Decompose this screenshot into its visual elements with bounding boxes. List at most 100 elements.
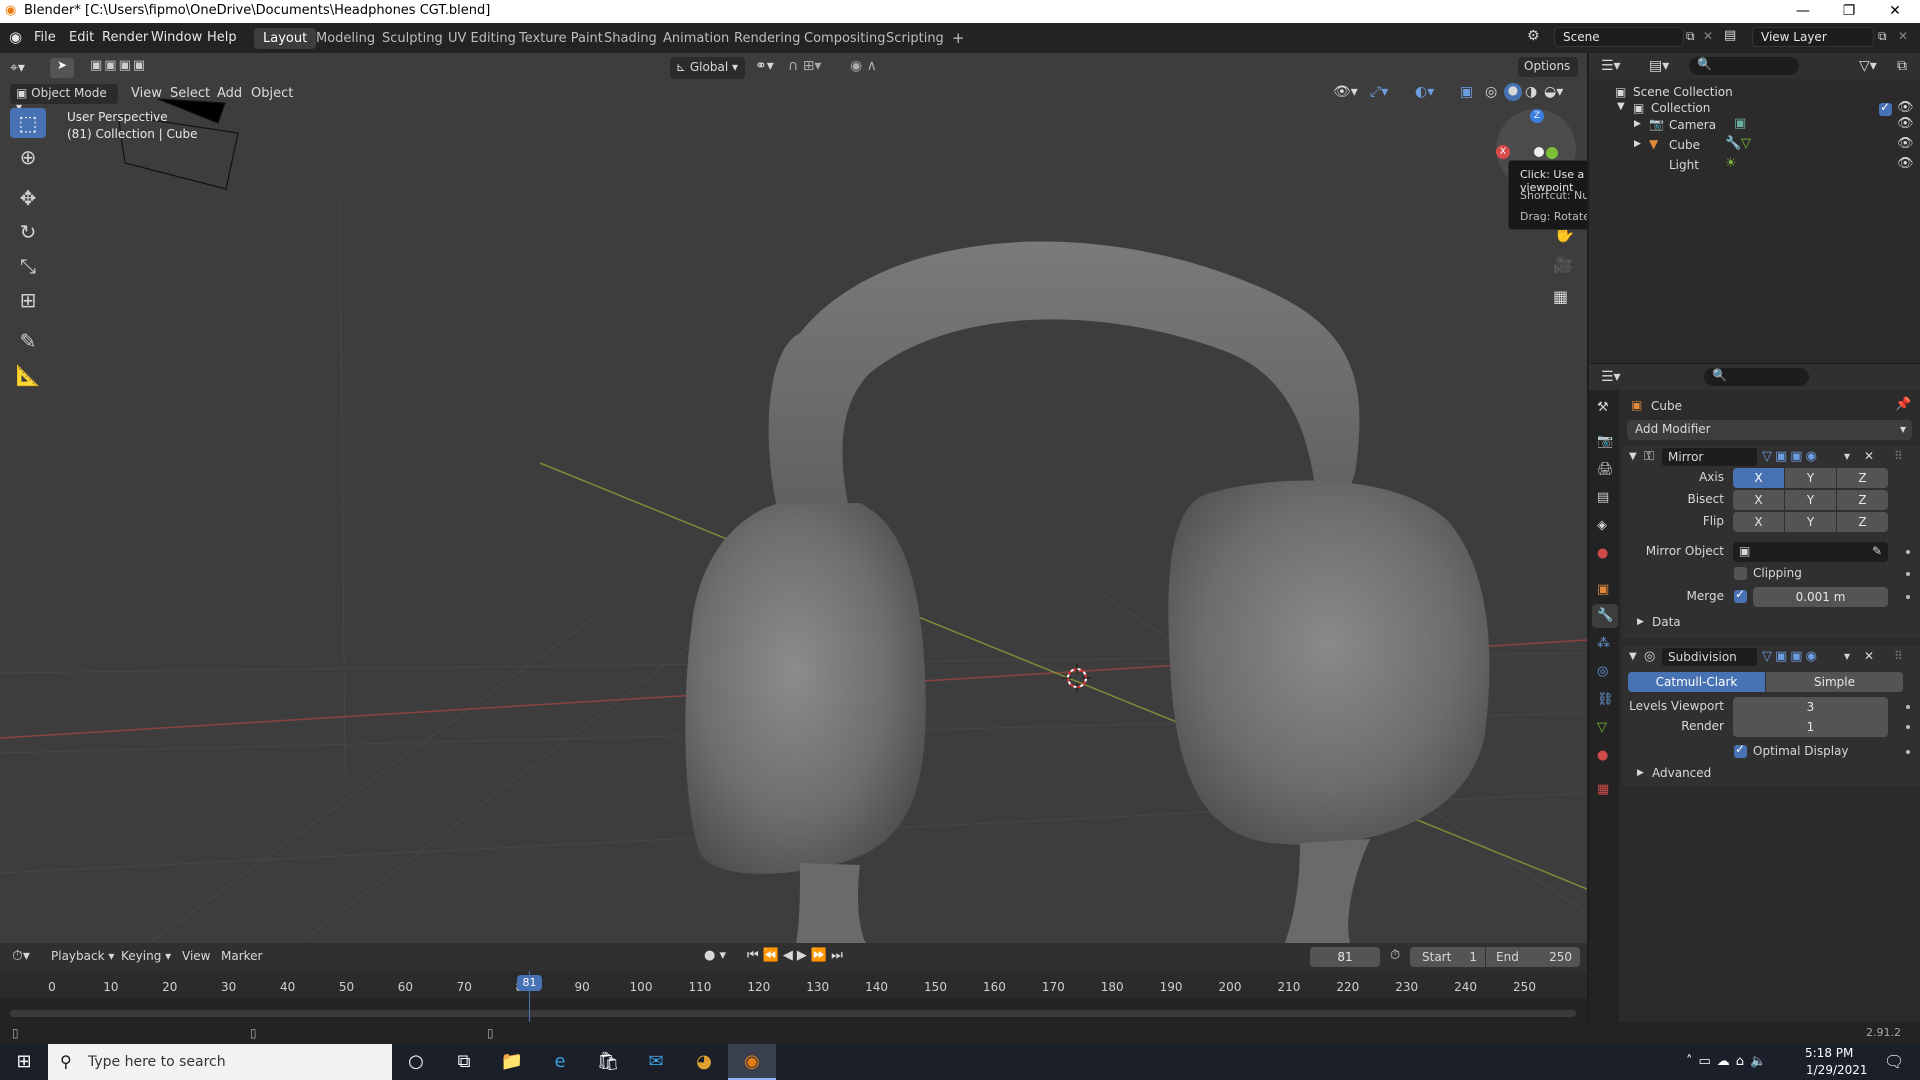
- add-modifier-dropdown[interactable]: Add Modifier ▾: [1627, 420, 1912, 440]
- collection-expand-icon[interactable]: ▼: [1617, 101, 1625, 112]
- gizmo-x-axis[interactable]: X: [1496, 145, 1510, 159]
- outliner-item-camera[interactable]: Camera: [1669, 118, 1716, 132]
- view-layer-tab-icon[interactable]: ▤: [1597, 490, 1609, 505]
- menu-edit[interactable]: Edit: [69, 30, 94, 45]
- bisect-y-toggle[interactable]: Y: [1785, 490, 1836, 510]
- timeline-editor-icon[interactable]: ⏱▾: [12, 948, 30, 964]
- collection-visibility-eye-icon[interactable]: 👁: [1897, 100, 1914, 115]
- select-box-tool-icon[interactable]: ⬚: [10, 108, 46, 138]
- pivot-point-icon[interactable]: ⚭▾: [755, 58, 774, 74]
- view-layer-icon[interactable]: ▤: [1724, 28, 1736, 43]
- object-mode-dropdown[interactable]: ▣ Object Mode ▾: [10, 84, 118, 114]
- current-frame-field[interactable]: 81: [1310, 947, 1380, 967]
- edge-browser-icon[interactable]: e: [536, 1044, 584, 1080]
- viewport-menu-object[interactable]: Object: [251, 86, 293, 101]
- maximize-button[interactable]: ❐: [1826, 0, 1872, 23]
- cube-expand-icon[interactable]: ▶: [1634, 139, 1641, 149]
- axis-x-toggle[interactable]: X: [1733, 468, 1784, 488]
- physics-tab-icon[interactable]: ◎: [1597, 664, 1608, 679]
- gizmo-z-axis[interactable]: Z: [1530, 109, 1544, 123]
- constraints-tab-icon[interactable]: ⛓: [1597, 692, 1614, 707]
- camera-view-icon[interactable]: 🎥: [1553, 255, 1573, 274]
- cube-visibility-eye-icon[interactable]: 👁: [1897, 136, 1914, 151]
- axis-y-toggle[interactable]: Y: [1785, 468, 1836, 488]
- material-tab-icon[interactable]: ●: [1597, 748, 1608, 763]
- store-icon[interactable]: 🛍: [584, 1044, 632, 1080]
- render-levels-field[interactable]: 1: [1733, 717, 1888, 737]
- outliner-item-light[interactable]: Light: [1669, 158, 1699, 172]
- bisect-x-toggle[interactable]: X: [1733, 490, 1784, 510]
- texture-tab-icon[interactable]: ▦: [1597, 782, 1609, 797]
- camera-visibility-eye-icon[interactable]: 👁: [1897, 116, 1914, 131]
- tab-scripting[interactable]: Scripting: [877, 28, 953, 49]
- cube-mesh-icon[interactable]: ▽: [1741, 136, 1751, 151]
- scale-tool-icon[interactable]: ⤡: [10, 251, 46, 281]
- record-keyframe-icon[interactable]: ● ▾: [704, 948, 726, 963]
- viewport-menu-view[interactable]: View: [131, 86, 162, 101]
- properties-editor-icon[interactable]: ☰▾: [1601, 369, 1621, 385]
- bisect-z-toggle[interactable]: Z: [1837, 490, 1888, 510]
- timeline-menu-playback[interactable]: Playback ▾: [51, 949, 114, 963]
- mirror-name-field[interactable]: Mirror: [1662, 448, 1757, 466]
- levels-viewport-field[interactable]: 3: [1733, 697, 1888, 717]
- delete-scene-icon[interactable]: ✕: [1703, 29, 1713, 43]
- data-subpanel-label[interactable]: Data: [1652, 615, 1681, 629]
- new-collection-icon[interactable]: ⧉: [1897, 58, 1907, 74]
- start-frame-field[interactable]: Start 1: [1410, 947, 1485, 967]
- camera-data-icon[interactable]: ▣: [1734, 116, 1746, 131]
- mirror-drag-handle-icon[interactable]: ⠿: [1894, 449, 1903, 463]
- measure-tool-icon[interactable]: 📐: [10, 360, 46, 390]
- scene-tab-icon[interactable]: ◈: [1597, 518, 1607, 533]
- cube-modifier-icon[interactable]: 🔧: [1725, 136, 1741, 151]
- axis-z-toggle[interactable]: Z: [1837, 468, 1888, 488]
- catmull-clark-toggle[interactable]: Catmull-Clark: [1628, 672, 1765, 692]
- merge-keyframe-dot[interactable]: [1906, 595, 1910, 599]
- flip-x-toggle[interactable]: X: [1733, 512, 1784, 532]
- viewport-menu-select[interactable]: Select: [170, 86, 210, 101]
- merge-distance-field[interactable]: 0.001 m: [1753, 587, 1888, 607]
- viewport-menu-add[interactable]: Add: [217, 86, 242, 101]
- gizmo-y-axis[interactable]: [1546, 147, 1558, 159]
- use-preview-range-icon[interactable]: ⏱: [1390, 948, 1400, 963]
- annotate-tool-icon[interactable]: ✎: [10, 326, 46, 356]
- taskbar-clock-date[interactable]: 1/29/2021: [1806, 1063, 1868, 1077]
- view-layer-field[interactable]: View Layer: [1752, 27, 1874, 47]
- shading-solid-icon[interactable]: ●: [1504, 83, 1522, 101]
- optimal-display-checkbox[interactable]: [1734, 742, 1747, 758]
- light-visibility-eye-icon[interactable]: 👁: [1897, 156, 1914, 171]
- blender-taskbar-icon[interactable]: ◉: [728, 1044, 776, 1080]
- end-frame-field[interactable]: End 250: [1486, 947, 1580, 967]
- subdivision-dropdown-icon[interactable]: ▾: [1844, 649, 1850, 663]
- filter-icon[interactable]: ▽▾: [1859, 58, 1877, 74]
- output-tab-icon[interactable]: 🖨: [1597, 462, 1614, 477]
- overlays-toggle-icon[interactable]: ◐▾: [1415, 84, 1434, 100]
- subdivision-name-field[interactable]: Subdivision: [1662, 648, 1757, 666]
- data-tab-icon[interactable]: ▽: [1597, 720, 1607, 735]
- add-workspace-button[interactable]: +: [943, 28, 974, 49]
- clipping-keyframe-dot[interactable]: [1906, 572, 1910, 576]
- proportional-editing-icon[interactable]: ◉ ∧: [850, 58, 877, 74]
- tool-tab-icon[interactable]: ⚒: [1597, 400, 1609, 415]
- scene-collection-label[interactable]: Scene Collection: [1633, 85, 1733, 99]
- mail-icon[interactable]: ✉: [632, 1044, 680, 1080]
- pin-icon[interactable]: 📌: [1895, 397, 1911, 412]
- flip-y-toggle[interactable]: Y: [1785, 512, 1836, 532]
- mirror-dropdown-icon[interactable]: ▾: [1844, 449, 1850, 463]
- timeline-menu-marker[interactable]: Marker: [221, 949, 262, 963]
- mirror-remove-icon[interactable]: ✕: [1864, 449, 1874, 463]
- visibility-eye-icon[interactable]: 👁▾: [1333, 84, 1358, 100]
- outliner-item-cube[interactable]: Cube: [1669, 138, 1700, 152]
- playback-controls-icon[interactable]: ⏮⏪◀▶⏩⏭: [747, 948, 847, 963]
- advanced-subpanel-label[interactable]: Advanced: [1652, 766, 1711, 780]
- task-view-icon[interactable]: ⧉: [440, 1044, 488, 1080]
- options-dropdown[interactable]: Options: [1518, 57, 1578, 77]
- simple-toggle[interactable]: Simple: [1766, 672, 1903, 692]
- eyedropper-icon[interactable]: ✎: [1872, 544, 1882, 558]
- shading-rendered-icon[interactable]: ◒▾: [1544, 84, 1563, 100]
- blender-menu-icon[interactable]: ◉: [9, 28, 22, 46]
- chrome-icon[interactable]: ◕: [680, 1044, 728, 1080]
- timeline-scrollbar[interactable]: [10, 1010, 1576, 1017]
- timeline-menu-keying[interactable]: Keying ▾: [121, 949, 171, 963]
- delete-view-layer-icon[interactable]: ✕: [1898, 29, 1908, 43]
- editor-type-icon[interactable]: ⌖▾: [10, 60, 25, 76]
